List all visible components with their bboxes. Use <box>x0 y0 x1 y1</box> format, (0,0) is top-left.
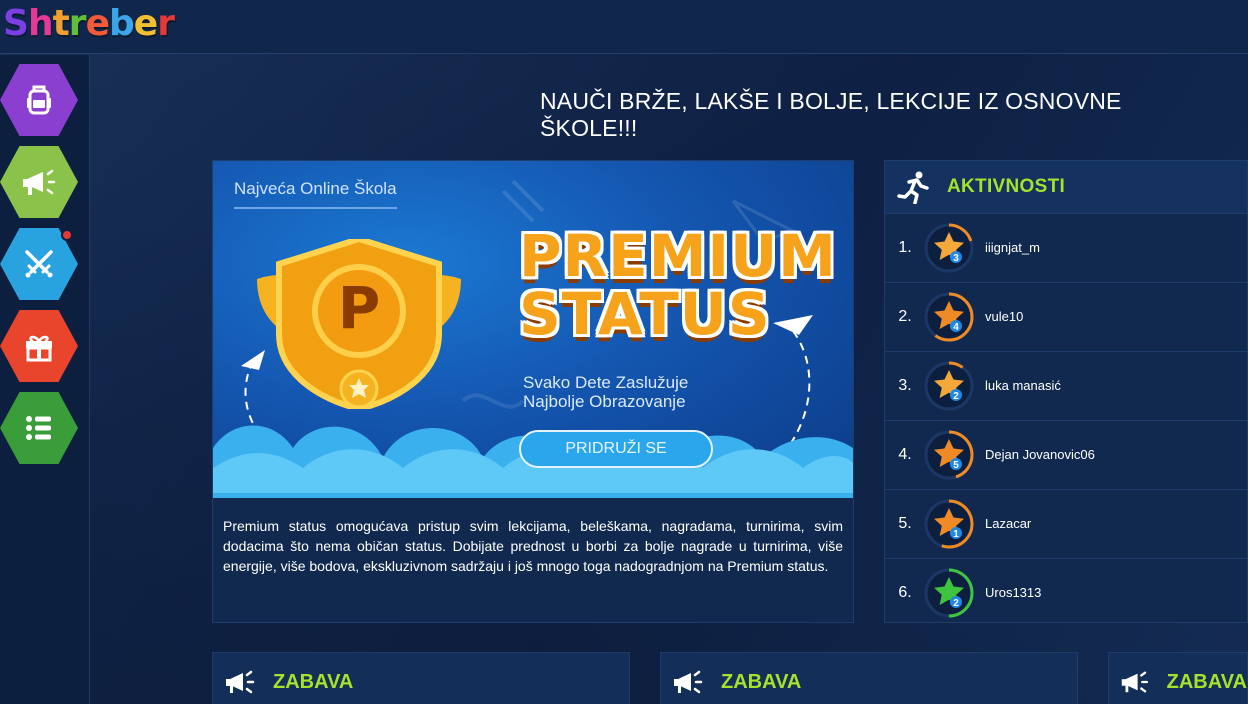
fun-card-1[interactable]: ZABAVA <box>212 652 630 704</box>
premium-title-line2: STATUS <box>519 280 771 348</box>
gift-icon <box>26 335 52 362</box>
logo-letter: r <box>68 3 87 44</box>
megaphone-icon <box>674 670 703 694</box>
activity-username[interactable]: Lazacar <box>985 516 1031 531</box>
megaphone-icon <box>23 169 56 195</box>
logo-letter: r <box>157 3 175 44</box>
premium-title-line1: PREMIUM <box>519 222 837 290</box>
activity-username[interactable]: Dejan Jovanovic06 <box>985 447 1095 462</box>
fun-card-title: ZABAVA <box>721 670 802 693</box>
page-headline: NAUČI BRŽE, LAKŠE I BOLJE, LEKCIJE IZ OS… <box>540 88 1122 141</box>
user-level: 2 <box>953 391 959 402</box>
user-level: 1 <box>953 529 959 540</box>
activity-row[interactable]: 4. 5 Dejan Jovanovic06 <box>885 420 1247 488</box>
fun-card-2[interactable]: ZABAVA <box>660 652 1078 704</box>
banner-tagline: Najveća Online Škola <box>234 179 397 209</box>
fun-card-title: ZABAVA <box>1166 670 1247 693</box>
logo-letter: h <box>27 3 54 44</box>
activity-rank: 5. <box>898 514 912 532</box>
activity-row[interactable]: 6. 2 Uros1313 <box>885 558 1247 626</box>
activity-username[interactable]: Uros1313 <box>985 585 1041 600</box>
user-level: 4 <box>953 322 959 333</box>
fun-card-3[interactable]: ZABAVA <box>1108 652 1248 704</box>
logo-letter: S <box>3 3 29 44</box>
user-level-avatar: 5 <box>924 430 974 479</box>
user-level: 3 <box>953 253 959 264</box>
user-level-avatar: 2 <box>924 568 974 617</box>
user-level: 5 <box>953 460 959 471</box>
activity-title: AKTIVNOSTI <box>947 176 1066 197</box>
activity-row[interactable]: 3. 2 luka manasić <box>885 351 1247 419</box>
running-icon <box>897 171 929 204</box>
premium-banner: P Najveća Online Škola PREMIUM STATUS Sv… <box>213 161 853 498</box>
activity-rank: 3. <box>898 376 912 394</box>
activity-row[interactable]: 2. 4 vule10 <box>885 282 1247 350</box>
user-level-avatar: 1 <box>924 499 974 548</box>
logo-letter: e <box>133 3 158 44</box>
activity-row[interactable]: 5. 1 Lazacar <box>885 489 1247 557</box>
join-premium-button[interactable]: PRIDRUŽI SE <box>519 430 713 468</box>
list-icon <box>26 416 51 440</box>
top-bar: Shtreber <box>0 0 1248 54</box>
activity-rank: 6. <box>898 583 912 601</box>
activity-rank: 1. <box>898 238 912 256</box>
activity-panel: AKTIVNOSTI 1. 3 iiignjat_m 2. 4 vule10 3. 2 luka… <box>884 160 1248 623</box>
activity-username[interactable]: iiignjat_m <box>985 240 1040 255</box>
logo-letter: e <box>85 3 110 44</box>
activity-rank: 4. <box>898 445 912 463</box>
badge-letter: P <box>337 274 381 342</box>
notification-badge <box>61 229 73 241</box>
user-level-avatar: 2 <box>924 361 974 410</box>
megaphone-icon <box>226 670 255 694</box>
logo-letter: b <box>108 3 135 44</box>
swords-icon <box>25 250 53 278</box>
premium-description: Premium status omogućava pristup svim le… <box>223 518 843 574</box>
user-level: 2 <box>953 598 959 609</box>
activity-header: AKTIVNOSTI <box>885 161 1247 213</box>
app-logo[interactable]: Shtreber <box>3 2 175 46</box>
megaphone-icon <box>1121 671 1149 693</box>
logo-letter: t <box>52 3 70 44</box>
user-level-avatar: 3 <box>924 223 974 272</box>
activity-username[interactable]: vule10 <box>985 309 1023 324</box>
backpack-icon <box>27 85 51 115</box>
premium-subtitle-line1: Svako Dete Zaslužuje <box>523 373 689 392</box>
premium-subtitle: Svako Dete Zaslužuje Najbolje Obrazovanj… <box>523 373 688 411</box>
activity-rank: 2. <box>898 307 912 325</box>
premium-title: PREMIUM STATUS <box>519 227 837 343</box>
activity-row[interactable]: 1. 3 iiignjat_m <box>885 213 1247 281</box>
premium-panel: P Najveća Online Škola PREMIUM STATUS Sv… <box>212 160 854 623</box>
activity-username[interactable]: luka manasić <box>985 378 1061 393</box>
user-level-avatar: 4 <box>924 292 974 341</box>
fun-card-title: ZABAVA <box>273 670 354 693</box>
